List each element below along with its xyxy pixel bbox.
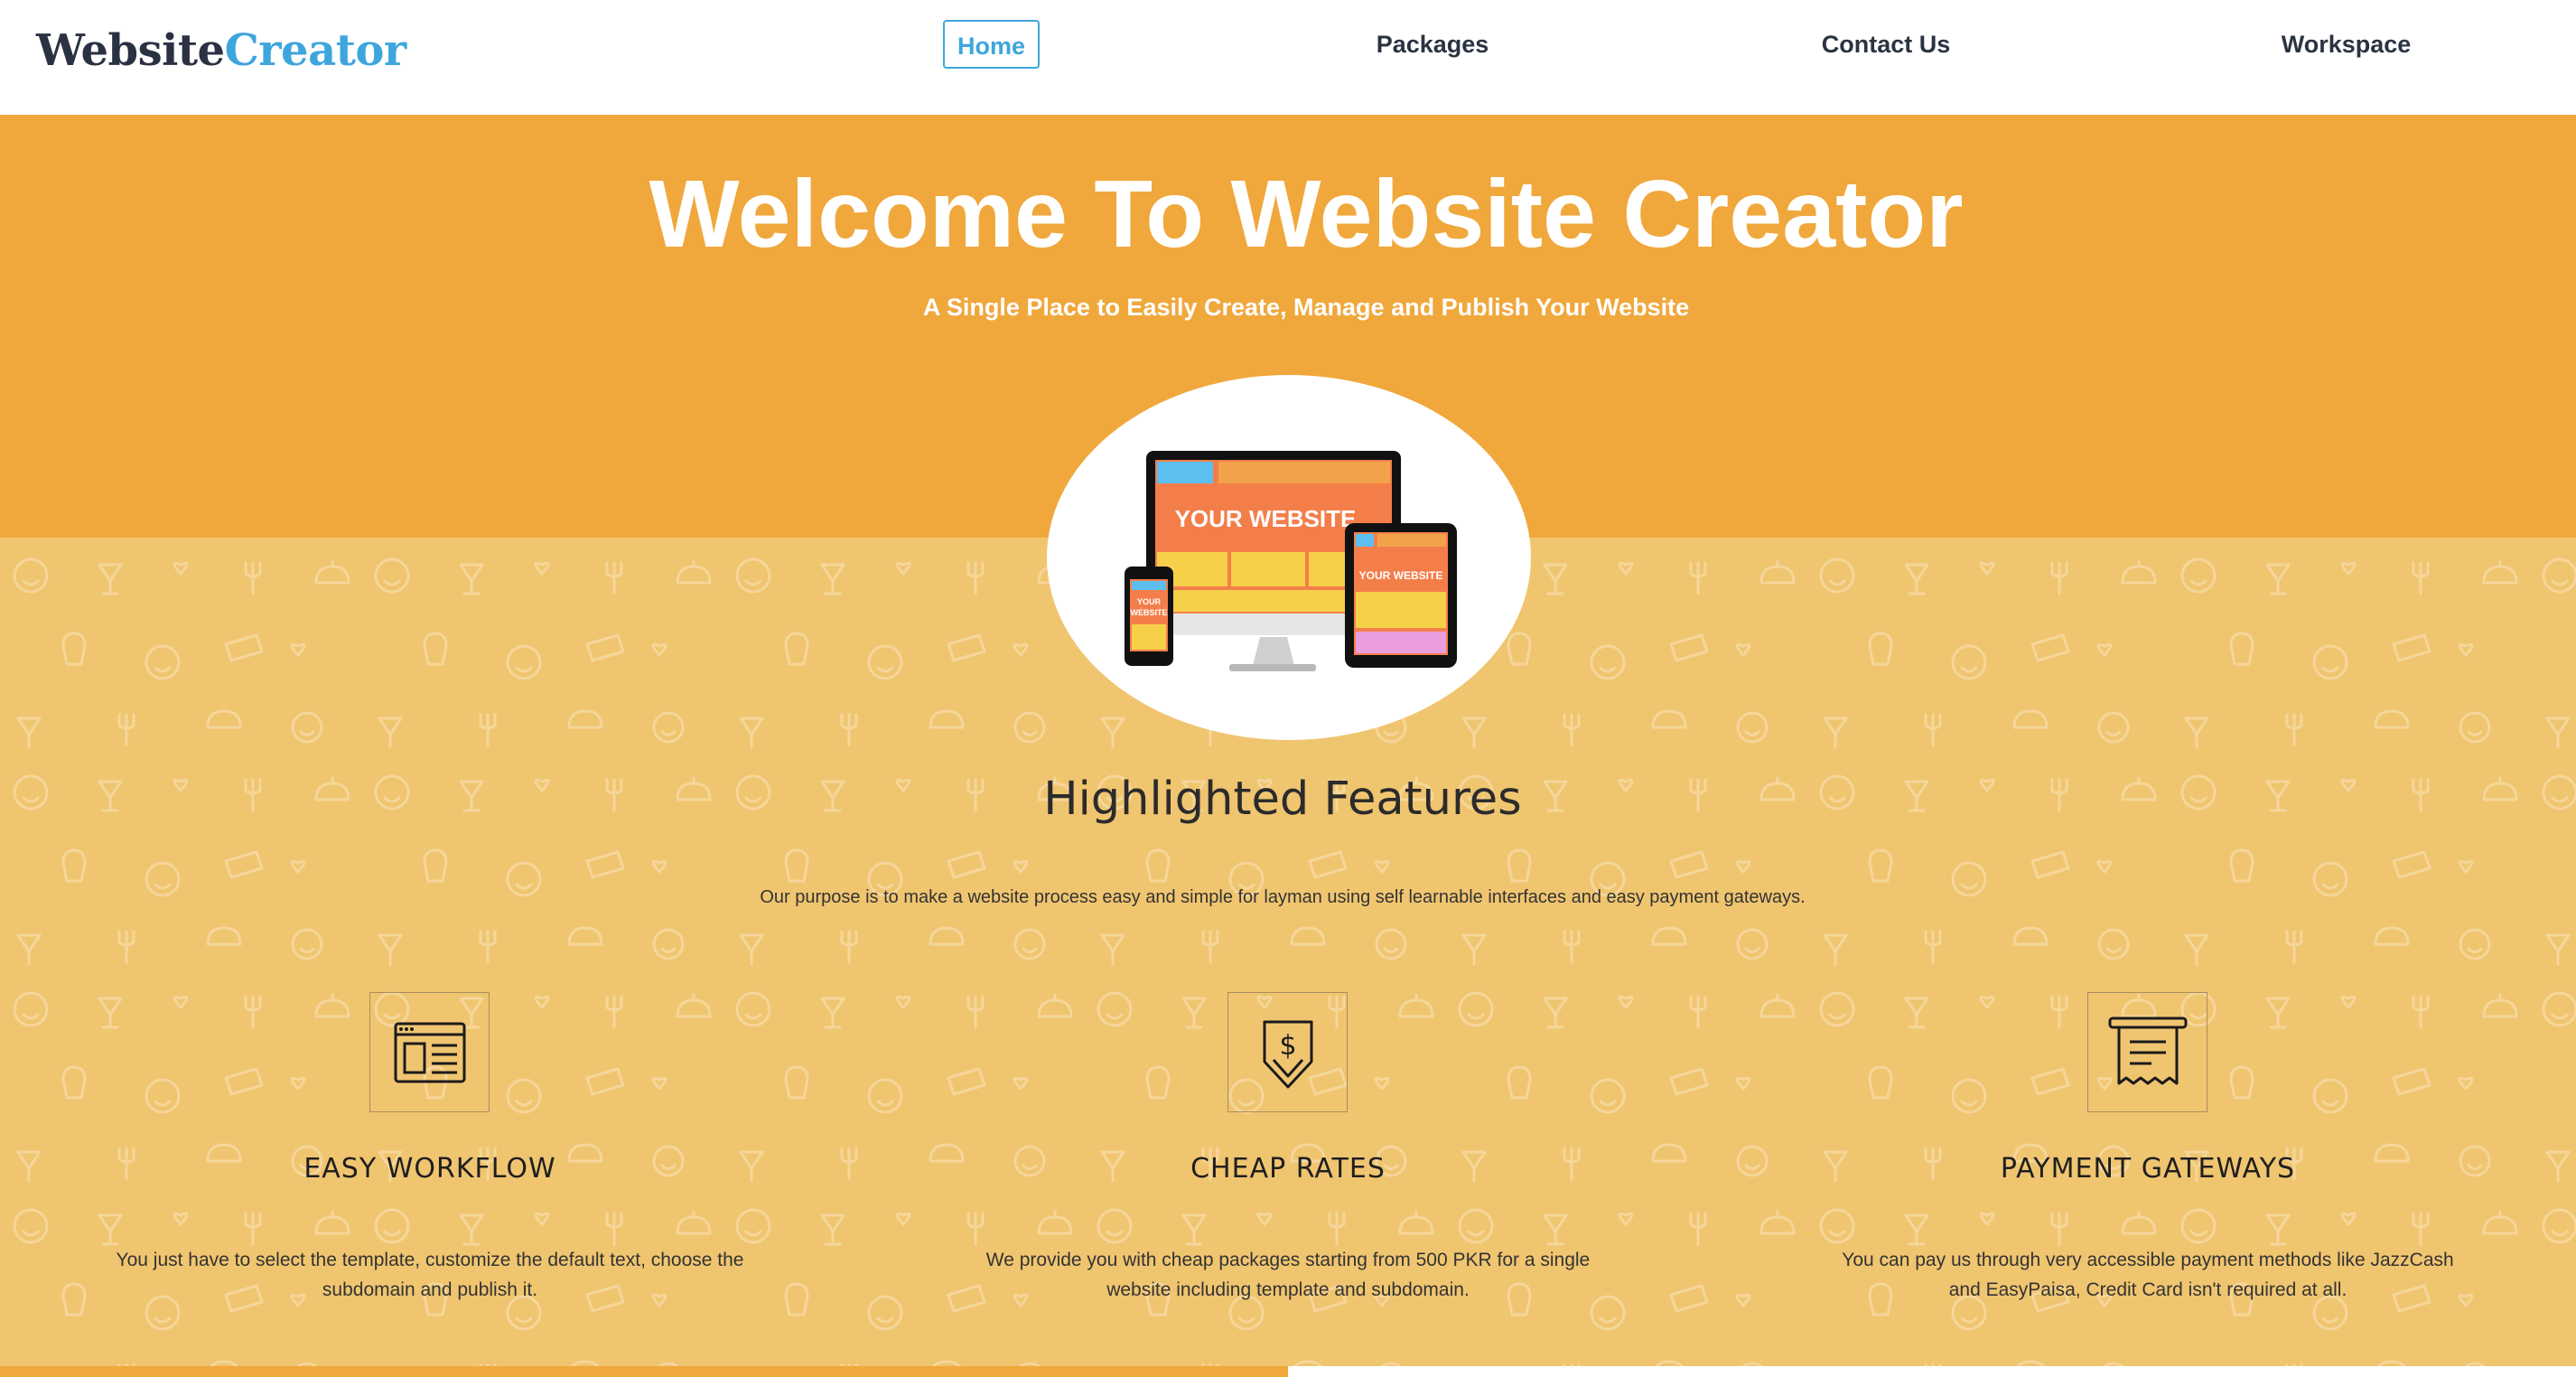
receipt-icon (2108, 1016, 2188, 1085)
feature-icon-box-rates: $ (1227, 992, 1348, 1112)
feature-title-rates: CHEAP RATES (1190, 1153, 1386, 1185)
brand-logo-part1: Website (36, 25, 225, 76)
brand-logo[interactable]: WebsiteCreator (36, 23, 406, 78)
devices-graphic: YOUR WEBSITE YOUR WEBSITE YOUR WEBSITE (1125, 451, 1457, 671)
feature-text-payment: You can pay us through very accessible p… (1842, 1250, 2454, 1300)
nav-item-home[interactable]: Home (943, 20, 1040, 69)
desktop-website-label: YOUR WEBSITE (1175, 505, 1357, 532)
top-navbar: WebsiteCreator Home Packages Contact Us … (0, 0, 2576, 115)
svg-text:$: $ (1279, 1030, 1296, 1062)
feature-icon-box-payment (2087, 992, 2207, 1112)
nav-item-contact-us[interactable]: Contact Us (1800, 20, 1972, 69)
bottom-accent-bar (0, 1366, 1288, 1377)
feature-icon-box-workflow (369, 992, 490, 1112)
phone-website-label-2: WEBSITE (1130, 608, 1167, 617)
nav-item-packages[interactable]: Packages (1355, 20, 1510, 69)
tablet-website-label: YOUR WEBSITE (1359, 569, 1443, 582)
nav-item-workspace[interactable]: Workspace (2272, 20, 2421, 69)
phone-website-label-1: YOUR (1137, 597, 1162, 606)
feature-text-rates: We provide you with cheap packages start… (985, 1250, 1591, 1300)
feature-title-workflow: EASY WORKFLOW (303, 1153, 556, 1185)
browser-layout-icon (394, 1022, 466, 1083)
brand-logo-part2: Creator (224, 25, 407, 76)
feature-title-payment: PAYMENT GATEWAYS (2000, 1153, 2296, 1185)
devices-illustration: YOUR WEBSITE YOUR WEBSITE YOUR WEBSITE (1047, 375, 1531, 740)
features-description: Our purpose is to make a website process… (760, 887, 1806, 907)
features-title: Highlighted Features (1043, 773, 1522, 826)
dollar-arrow-icon: $ (1263, 1020, 1313, 1089)
feature-text-workflow: You just have to select the template, cu… (116, 1250, 744, 1300)
hero-subtitle: A Single Place to Easily Create, Manage … (922, 294, 1690, 321)
hero-title: Welcome To Website Creator (649, 161, 1964, 267)
bottom-white-bar (1288, 1366, 2576, 1377)
